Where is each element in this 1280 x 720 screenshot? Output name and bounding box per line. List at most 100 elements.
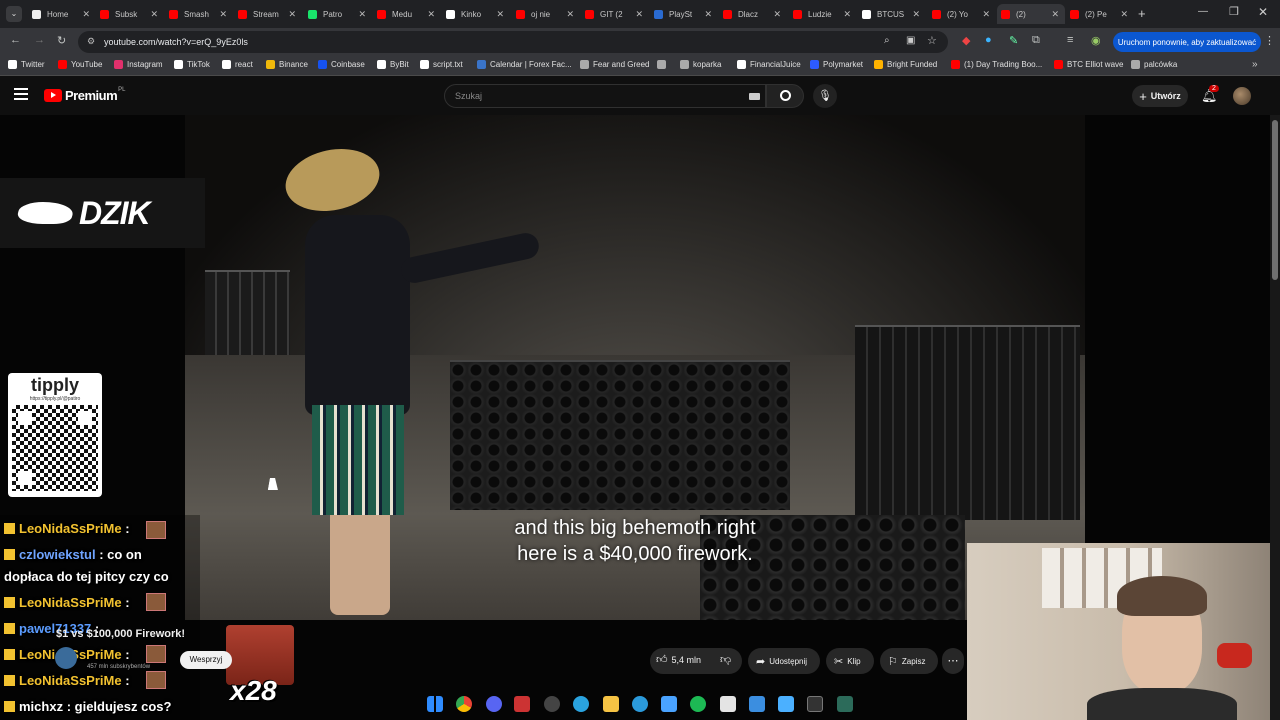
bookmark-item[interactable]: palcówka	[1131, 60, 1177, 69]
clip-button[interactable]: ✂ Klip	[826, 648, 874, 674]
photos-icon[interactable]	[778, 696, 794, 712]
address-bar[interactable]: ⚙ youtube.com/watch?v=erQ_9yEz0ls ⌕ ▣ ☆	[78, 31, 948, 53]
reading-list-icon[interactable]: ≡	[1067, 34, 1073, 46]
bookmark-item[interactable]: Binance	[266, 60, 308, 69]
browser-tab[interactable]: oj nie ✕	[512, 4, 580, 24]
bookmark-item[interactable]: react	[222, 60, 253, 69]
bookmark-star-icon[interactable]: ☆	[927, 34, 937, 47]
bookmark-item[interactable]: koparka	[680, 60, 721, 69]
update-restart-button[interactable]: Uruchom ponownie, aby zaktualizować	[1113, 32, 1261, 52]
spotify-icon[interactable]	[690, 696, 706, 712]
reload-icon[interactable]: ↻	[57, 34, 66, 47]
browser-tab[interactable]: Smash ✕	[165, 4, 233, 24]
bookmark-item[interactable]: FinancialJuice	[737, 60, 801, 69]
tab-close-icon[interactable]: ✕	[82, 9, 90, 20]
create-button[interactable]: + Utwórz	[1132, 85, 1188, 107]
account-avatar[interactable]	[1233, 87, 1251, 105]
chrome-icon[interactable]	[456, 696, 472, 712]
bookmark-item[interactable]: script.txt	[420, 60, 463, 69]
extension-icon-1[interactable]: ◆	[962, 34, 970, 47]
cast-icon[interactable]: ▣	[906, 35, 915, 46]
bookmark-item[interactable]: Polymarket	[810, 60, 863, 69]
tab-close-icon[interactable]: ✕	[496, 9, 504, 20]
bookmark-item[interactable]: Fear and Greed	[580, 60, 649, 69]
back-icon[interactable]: ←	[10, 34, 21, 46]
browser-tab[interactable]: (2) Pe ✕	[1066, 4, 1134, 24]
bookmark-item[interactable]: Instagram	[114, 60, 163, 69]
extension-icon-2[interactable]: ●	[985, 34, 992, 46]
channel-avatar[interactable]	[55, 647, 77, 669]
tab-close-icon[interactable]: ✕	[704, 9, 712, 20]
page-scrollbar[interactable]	[1270, 115, 1280, 720]
tab-close-icon[interactable]: ✕	[219, 9, 227, 20]
youtube-logo[interactable]: Premium PL	[44, 87, 125, 103]
minimize-button[interactable]: —	[1198, 6, 1208, 17]
browser-tab[interactable]: Home ✕	[28, 4, 96, 24]
notes-icon[interactable]	[749, 696, 765, 712]
tab-close-icon[interactable]: ✕	[358, 9, 366, 20]
file-explorer-icon[interactable]	[603, 696, 619, 712]
browser-tab[interactable]: (2) Yo ✕	[928, 4, 996, 24]
extensions-puzzle-icon[interactable]: ⧉	[1032, 34, 1040, 47]
zoom-icon[interactable]: ⌕	[884, 35, 890, 46]
profile-avatar-icon[interactable]: ◉	[1091, 34, 1101, 47]
more-bookmarks-icon[interactable]: »	[1252, 59, 1258, 70]
tab-close-icon[interactable]: ✕	[150, 9, 158, 20]
browser-tab[interactable]: Medu ✕	[373, 4, 441, 24]
bookmark-item[interactable]: YouTube	[58, 60, 102, 69]
browser-tab[interactable]: BTCUS ✕	[858, 4, 926, 24]
browser-tab[interactable]: Patro ✕	[304, 4, 372, 24]
bookmark-item[interactable]: TikTok	[174, 60, 210, 69]
maximize-button[interactable]: ❐	[1229, 5, 1239, 18]
search-input[interactable]: Szukaj	[444, 84, 766, 108]
tab-close-icon[interactable]: ✕	[773, 9, 781, 20]
bookmark-item[interactable]: Bright Funded	[874, 60, 937, 69]
discord-icon[interactable]	[486, 696, 502, 712]
tab-close-icon[interactable]: ✕	[427, 9, 435, 20]
search-button[interactable]	[766, 84, 804, 108]
tab-close-icon[interactable]: ✕	[635, 9, 643, 20]
terminal-icon[interactable]	[807, 696, 823, 712]
bookmark-item[interactable]: BTC Elliot wave	[1054, 60, 1123, 69]
join-button[interactable]: Wesprzyj	[180, 651, 232, 669]
telegram-icon[interactable]	[573, 696, 589, 712]
forward-icon[interactable]: →	[34, 34, 45, 46]
bookmark-item[interactable]	[657, 60, 670, 69]
edge-icon[interactable]	[632, 696, 648, 712]
video-player[interactable]: and this big behemoth right here is a $4…	[0, 115, 1280, 720]
tab-search-icon[interactable]: ⌄	[6, 6, 22, 22]
close-window-button[interactable]: ✕	[1258, 5, 1268, 19]
tab-close-icon[interactable]: ✕	[288, 9, 296, 20]
scrollbar-thumb[interactable]	[1272, 120, 1278, 280]
more-actions-button[interactable]: ⋯	[942, 648, 964, 674]
guide-menu-icon[interactable]	[14, 88, 28, 100]
browser-tab[interactable]: (2) ✕	[997, 4, 1065, 24]
extension-icon-3[interactable]: ✎	[1009, 34, 1018, 47]
tab-close-icon[interactable]: ✕	[1120, 9, 1128, 20]
browser-tab[interactable]: Subsk ✕	[96, 4, 164, 24]
bookmark-item[interactable]: ByBit	[377, 60, 409, 69]
save-button[interactable]: ⚐ Zapisz	[880, 648, 938, 674]
bookmark-item[interactable]: Twitter	[8, 60, 45, 69]
browser-tab[interactable]: Ludzie ✕	[789, 4, 857, 24]
browser-tab[interactable]: GIT (2 ✕	[581, 4, 649, 24]
tab-close-icon[interactable]: ✕	[1051, 9, 1059, 20]
notifications-button[interactable]: 🔔︎ 2	[1201, 85, 1219, 104]
app-icon[interactable]	[514, 696, 530, 712]
tab-close-icon[interactable]: ✕	[843, 9, 851, 20]
browser-tab[interactable]: Stream ✕	[234, 4, 302, 24]
voice-search-button[interactable]: 🎙	[813, 84, 837, 108]
browser-tab[interactable]: Kinko ✕	[442, 4, 510, 24]
like-button[interactable]: 👍︎ 5,4 mln	[656, 653, 701, 666]
bookmark-item[interactable]: Coinbase	[318, 60, 365, 69]
start-windows-icon[interactable]	[427, 696, 443, 712]
obs-icon[interactable]	[544, 696, 560, 712]
bookmark-item[interactable]: (1) Day Trading Boo...	[951, 60, 1042, 69]
share-button[interactable]: ➦ Udostępnij	[748, 648, 820, 674]
game-icon[interactable]	[837, 696, 853, 712]
tool-icon[interactable]	[661, 696, 677, 712]
tab-close-icon[interactable]: ✕	[982, 9, 990, 20]
keyboard-icon[interactable]	[749, 93, 760, 100]
app-icon-2[interactable]	[720, 696, 736, 712]
new-tab-button[interactable]: +	[1138, 6, 1146, 21]
